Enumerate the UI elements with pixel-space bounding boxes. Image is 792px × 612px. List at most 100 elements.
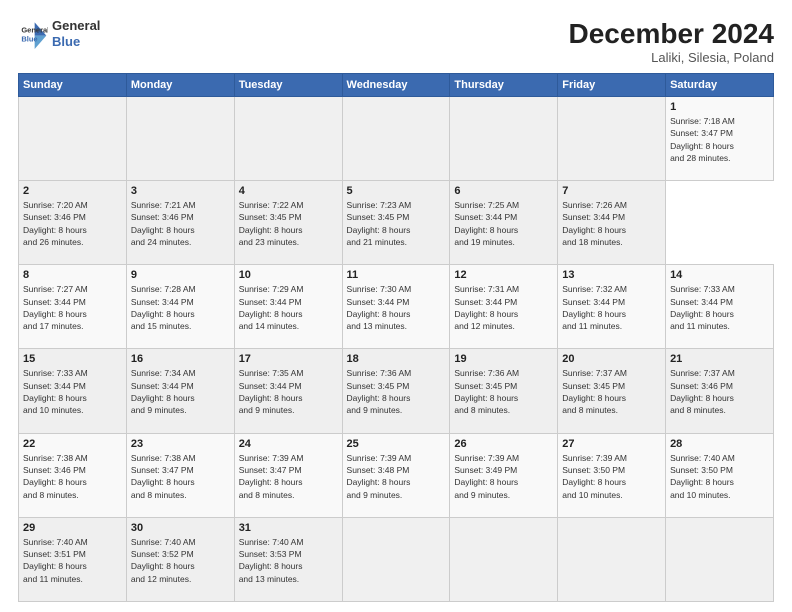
calendar-cell: 7 Sunrise: 7:26 AMSunset: 3:44 PMDaylight… — [558, 181, 666, 265]
header-day-tuesday: Tuesday — [234, 74, 342, 97]
calendar-cell — [126, 97, 234, 181]
day-info: Sunrise: 7:39 AMSunset: 3:48 PMDaylight:… — [347, 452, 446, 501]
day-info: Sunrise: 7:33 AMSunset: 3:44 PMDaylight:… — [670, 283, 769, 332]
day-number: 7 — [562, 185, 661, 197]
logo-text: General — [52, 18, 100, 34]
title-block: December 2024 Laliki, Silesia, Poland — [569, 18, 774, 65]
header-day-saturday: Saturday — [666, 74, 774, 97]
day-info: Sunrise: 7:30 AMSunset: 3:44 PMDaylight:… — [347, 283, 446, 332]
calendar-cell — [666, 517, 774, 601]
calendar-week-2: 2 Sunrise: 7:20 AMSunset: 3:46 PMDaylight… — [19, 181, 774, 265]
day-number: 14 — [670, 269, 769, 281]
calendar-cell: 26Sunrise: 7:39 AMSunset: 3:49 PMDayligh… — [450, 433, 558, 517]
logo-subtext: Blue — [52, 34, 100, 50]
day-number: 31 — [239, 522, 338, 534]
day-number: 11 — [347, 269, 446, 281]
calendar-cell: 21Sunrise: 7:37 AMSunset: 3:46 PMDayligh… — [666, 349, 774, 433]
calendar-cell: 9 Sunrise: 7:28 AMSunset: 3:44 PMDaylight… — [126, 265, 234, 349]
calendar-cell: 30 Sunrise: 7:40 AMSunset: 3:52 PMDayligh… — [126, 517, 234, 601]
day-info: Sunrise: 7:23 AMSunset: 3:45 PMDaylight:… — [347, 199, 446, 248]
day-info: Sunrise: 7:21 AMSunset: 3:46 PMDaylight:… — [131, 199, 230, 248]
day-number: 10 — [239, 269, 338, 281]
day-number: 20 — [562, 353, 661, 365]
calendar-cell — [450, 97, 558, 181]
calendar-cell: 6 Sunrise: 7:25 AMSunset: 3:44 PMDaylight… — [450, 181, 558, 265]
day-info: Sunrise: 7:40 AMSunset: 3:53 PMDaylight:… — [239, 536, 338, 585]
calendar-cell — [234, 97, 342, 181]
day-number: 13 — [562, 269, 661, 281]
day-info: Sunrise: 7:39 AMSunset: 3:50 PMDaylight:… — [562, 452, 661, 501]
calendar-cell: 11 Sunrise: 7:30 AMSunset: 3:44 PMDayligh… — [342, 265, 450, 349]
day-number: 8 — [23, 269, 122, 281]
calendar-table: SundayMondayTuesdayWednesdayThursdayFrid… — [18, 73, 774, 602]
day-info: Sunrise: 7:35 AMSunset: 3:44 PMDaylight:… — [239, 367, 338, 416]
day-number: 24 — [239, 438, 338, 450]
day-number: 27 — [562, 438, 661, 450]
day-number: 9 — [131, 269, 230, 281]
calendar-cell: 10Sunrise: 7:29 AMSunset: 3:44 PMDayligh… — [234, 265, 342, 349]
calendar-header-row: SundayMondayTuesdayWednesdayThursdayFrid… — [19, 74, 774, 97]
calendar-cell: 8Sunrise: 7:27 AMSunset: 3:44 PMDaylight… — [19, 265, 127, 349]
day-number: 22 — [23, 438, 122, 450]
calendar-cell: 17 Sunrise: 7:35 AMSunset: 3:44 PMDayligh… — [234, 349, 342, 433]
calendar-cell: 19 Sunrise: 7:36 AMSunset: 3:45 PMDayligh… — [450, 349, 558, 433]
calendar-week-5: 22Sunrise: 7:38 AMSunset: 3:46 PMDayligh… — [19, 433, 774, 517]
calendar-cell — [19, 97, 127, 181]
location-subtitle: Laliki, Silesia, Poland — [569, 50, 774, 65]
day-info: Sunrise: 7:36 AMSunset: 3:45 PMDaylight:… — [347, 367, 446, 416]
calendar-cell: 22Sunrise: 7:38 AMSunset: 3:46 PMDayligh… — [19, 433, 127, 517]
svg-text:General: General — [21, 25, 48, 34]
day-info: Sunrise: 7:40 AMSunset: 3:51 PMDaylight:… — [23, 536, 122, 585]
calendar-cell — [450, 517, 558, 601]
day-number: 30 — [131, 522, 230, 534]
day-number: 21 — [670, 353, 769, 365]
day-number: 23 — [131, 438, 230, 450]
logo-icon: General Blue — [18, 19, 48, 49]
calendar-cell: 13Sunrise: 7:32 AMSunset: 3:44 PMDayligh… — [558, 265, 666, 349]
day-info: Sunrise: 7:22 AMSunset: 3:45 PMDaylight:… — [239, 199, 338, 248]
day-number: 4 — [239, 185, 338, 197]
calendar-cell: 27 Sunrise: 7:39 AMSunset: 3:50 PMDayligh… — [558, 433, 666, 517]
calendar-cell: 25Sunrise: 7:39 AMSunset: 3:48 PMDayligh… — [342, 433, 450, 517]
calendar-cell — [558, 97, 666, 181]
calendar-cell: 18 Sunrise: 7:36 AMSunset: 3:45 PMDayligh… — [342, 349, 450, 433]
day-info: Sunrise: 7:26 AMSunset: 3:44 PMDaylight:… — [562, 199, 661, 248]
day-info: Sunrise: 7:28 AMSunset: 3:44 PMDaylight:… — [131, 283, 230, 332]
day-number: 12 — [454, 269, 553, 281]
calendar-cell: 12 Sunrise: 7:31 AMSunset: 3:44 PMDayligh… — [450, 265, 558, 349]
calendar-cell: 16 Sunrise: 7:34 AMSunset: 3:44 PMDayligh… — [126, 349, 234, 433]
calendar-cell: 4 Sunrise: 7:22 AMSunset: 3:45 PMDaylight… — [234, 181, 342, 265]
calendar-cell: 14 Sunrise: 7:33 AMSunset: 3:44 PMDayligh… — [666, 265, 774, 349]
calendar-cell — [558, 517, 666, 601]
day-info: Sunrise: 7:18 AMSunset: 3:47 PMDaylight:… — [670, 115, 769, 164]
day-number: 2 — [23, 185, 122, 197]
calendar-week-4: 15Sunrise: 7:33 AMSunset: 3:44 PMDayligh… — [19, 349, 774, 433]
calendar-cell: 15Sunrise: 7:33 AMSunset: 3:44 PMDayligh… — [19, 349, 127, 433]
day-info: Sunrise: 7:31 AMSunset: 3:44 PMDaylight:… — [454, 283, 553, 332]
day-number: 16 — [131, 353, 230, 365]
header-day-sunday: Sunday — [19, 74, 127, 97]
day-info: Sunrise: 7:20 AMSunset: 3:46 PMDaylight:… — [23, 199, 122, 248]
header: General Blue General Blue December 2024 … — [18, 18, 774, 65]
day-info: Sunrise: 7:25 AMSunset: 3:44 PMDaylight:… — [454, 199, 553, 248]
calendar-cell: 2 Sunrise: 7:20 AMSunset: 3:46 PMDaylight… — [19, 181, 127, 265]
header-day-monday: Monday — [126, 74, 234, 97]
day-number: 6 — [454, 185, 553, 197]
calendar-cell: 23 Sunrise: 7:38 AMSunset: 3:47 PMDayligh… — [126, 433, 234, 517]
calendar-cell — [342, 517, 450, 601]
day-info: Sunrise: 7:40 AMSunset: 3:52 PMDaylight:… — [131, 536, 230, 585]
day-info: Sunrise: 7:33 AMSunset: 3:44 PMDaylight:… — [23, 367, 122, 416]
calendar-cell: 31 Sunrise: 7:40 AMSunset: 3:53 PMDayligh… — [234, 517, 342, 601]
month-title: December 2024 — [569, 18, 774, 50]
svg-text:Blue: Blue — [21, 34, 37, 43]
calendar-cell: 24Sunrise: 7:39 AMSunset: 3:47 PMDayligh… — [234, 433, 342, 517]
day-info: Sunrise: 7:34 AMSunset: 3:44 PMDaylight:… — [131, 367, 230, 416]
day-number: 19 — [454, 353, 553, 365]
calendar-cell: 1Sunrise: 7:18 AMSunset: 3:47 PMDaylight… — [666, 97, 774, 181]
day-info: Sunrise: 7:36 AMSunset: 3:45 PMDaylight:… — [454, 367, 553, 416]
day-number: 17 — [239, 353, 338, 365]
header-day-friday: Friday — [558, 74, 666, 97]
day-info: Sunrise: 7:38 AMSunset: 3:47 PMDaylight:… — [131, 452, 230, 501]
day-number: 3 — [131, 185, 230, 197]
day-number: 18 — [347, 353, 446, 365]
